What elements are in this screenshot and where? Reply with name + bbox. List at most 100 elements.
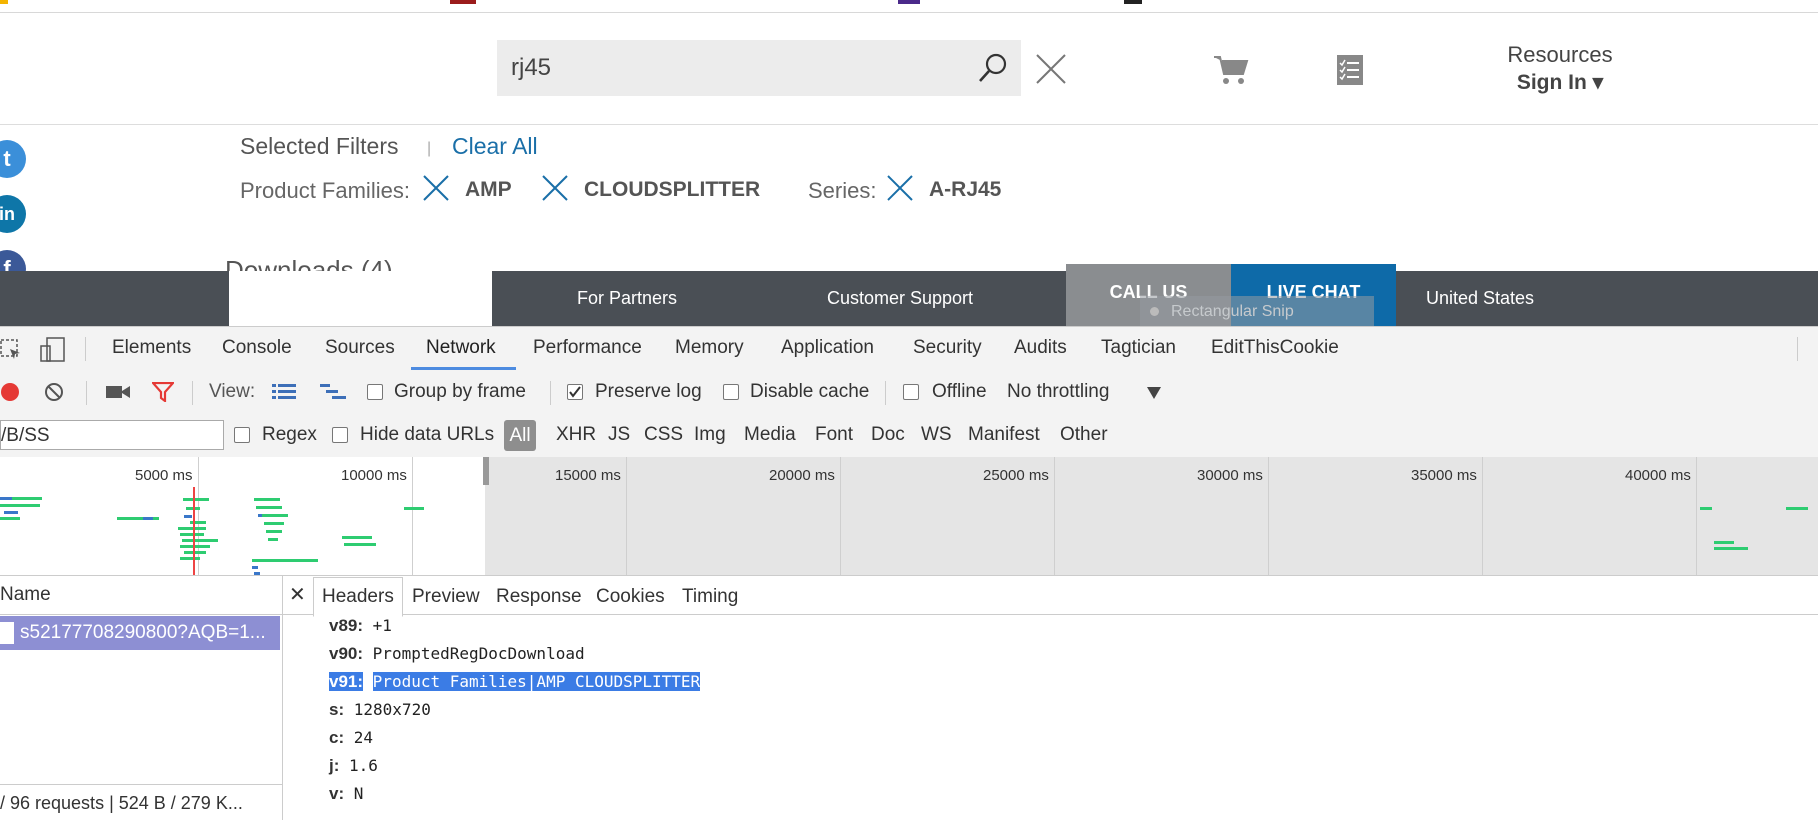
list-view-icon[interactable] [272,383,296,401]
param-value: 1.6 [349,756,378,775]
request-bar [0,497,12,500]
gridline [626,457,627,575]
nav-customer-support[interactable]: Customer Support [810,271,990,326]
filter-type-media[interactable]: Media [744,424,796,446]
overview-selection-handle[interactable] [483,457,489,485]
request-details: ✕ Headers Preview Response Cookies Timin… [283,576,1818,820]
hide-data-urls-checkbox[interactable] [332,427,348,443]
request-bar [344,543,376,546]
tab-tagtician[interactable]: Tagtician [1101,337,1176,359]
clear-all-link[interactable]: Clear All [452,133,538,160]
tab-editthiscookie[interactable]: EditThisCookie [1211,337,1339,359]
filter-type-ws[interactable]: WS [921,424,952,446]
filter-type-doc[interactable]: Doc [871,424,905,446]
group-by-frame-checkbox[interactable] [367,384,383,400]
tab-preview[interactable]: Preview [412,586,480,608]
tab-audits[interactable]: Audits [1014,337,1067,359]
close-icon[interactable]: ✕ [289,582,306,607]
search-icon[interactable] [977,52,1009,84]
sign-in-menu[interactable]: Sign In ▾ [1470,70,1650,95]
cart-icon[interactable] [1213,54,1249,86]
close-icon[interactable] [1034,52,1068,86]
load-event-marker [193,487,195,575]
filter-type-js[interactable]: JS [608,424,630,446]
nav-region[interactable]: United States [1410,271,1550,326]
filter-type-other[interactable]: Other [1060,424,1108,446]
remove-filter-icon[interactable] [422,174,450,202]
snip-overlay: Rectangular Snip [1140,296,1374,326]
remove-filter-icon[interactable] [886,174,914,202]
tick-label: 35000 ms [1411,467,1477,484]
request-bar [180,557,200,560]
search-input[interactable]: rj45 [497,40,1021,96]
snip-label: Rectangular Snip [1171,303,1294,320]
offline-checkbox[interactable] [903,384,919,400]
filter-type-css[interactable]: CSS [644,424,683,446]
gridline [840,457,841,575]
request-bar [404,507,424,510]
tab-performance[interactable]: Performance [533,337,642,359]
linkedin-icon[interactable]: in [0,195,26,233]
inspect-icon[interactable] [0,339,22,361]
tab-application[interactable]: Application [781,337,874,359]
table-row[interactable]: s52177708290800?AQB=1... [0,616,280,650]
twitter-icon[interactable]: t [0,140,26,178]
checkmark-icon [569,386,581,398]
filter-type-all[interactable]: All [504,420,536,451]
filter-type-manifest[interactable]: Manifest [968,424,1040,446]
video-camera-icon[interactable] [106,383,130,401]
request-bar [0,517,20,520]
tab-memory[interactable]: Memory [675,337,744,359]
resources-menu[interactable]: Resources [1470,42,1650,68]
param-key: s: [329,700,345,719]
divider [550,381,551,405]
name-column-header[interactable]: Name [0,576,282,615]
tab-network[interactable]: Network [426,337,496,359]
record-icon[interactable] [0,382,20,402]
request-bar [1700,507,1712,510]
device-toolbar-icon[interactable] [40,337,66,363]
tick-label: 25000 ms [983,467,1049,484]
request-bar [252,566,258,569]
twitter-glyph: t [3,146,11,171]
tick-label: 15000 ms [555,467,621,484]
chevron-down-icon[interactable] [1147,387,1161,399]
tab-elements[interactable]: Elements [112,337,191,359]
tab-sources[interactable]: Sources [325,337,395,359]
param-key: v90: [329,644,364,663]
filter-input[interactable]: /B/SS [0,420,224,450]
request-bar [143,517,153,520]
filter-chip-a-rj45: A-RJ45 [929,178,1002,201]
filter-type-img[interactable]: Img [694,424,726,446]
filter-icon[interactable] [152,382,174,402]
separator: | [427,140,432,157]
checklist-icon[interactable] [1336,54,1364,86]
waterfall-view-icon[interactable] [320,383,346,401]
tab-security[interactable]: Security [913,337,982,359]
divider [885,381,886,405]
throttling-select[interactable]: No throttling [1007,381,1109,403]
clear-icon[interactable] [44,382,64,402]
regex-checkbox[interactable] [234,427,250,443]
request-bar [252,559,318,562]
tab-cookies[interactable]: Cookies [596,586,665,608]
request-bar [1714,541,1734,544]
preserve-log-checkbox[interactable] [567,384,583,400]
divider [0,124,197,125]
nav-bar-left [0,271,229,326]
disable-cache-checkbox[interactable] [723,384,739,400]
gridline [1268,457,1269,575]
tab-timing[interactable]: Timing [682,586,738,608]
tab-headers[interactable]: Headers [313,577,403,617]
tab-console[interactable]: Console [222,337,292,359]
remove-filter-icon[interactable] [541,174,569,202]
tab-response[interactable]: Response [496,586,582,608]
filter-type-font[interactable]: Font [815,424,853,446]
request-bar [180,533,204,536]
nav-for-partners[interactable]: For Partners [552,271,702,326]
downloads-heading: Downloads (4) [225,255,393,271]
file-icon [0,621,14,644]
request-bar [182,539,218,542]
timeline-overview[interactable]: 5000 ms 10000 ms 15000 ms 20000 ms 25000… [0,457,1818,576]
filter-type-xhr[interactable]: XHR [556,424,596,446]
